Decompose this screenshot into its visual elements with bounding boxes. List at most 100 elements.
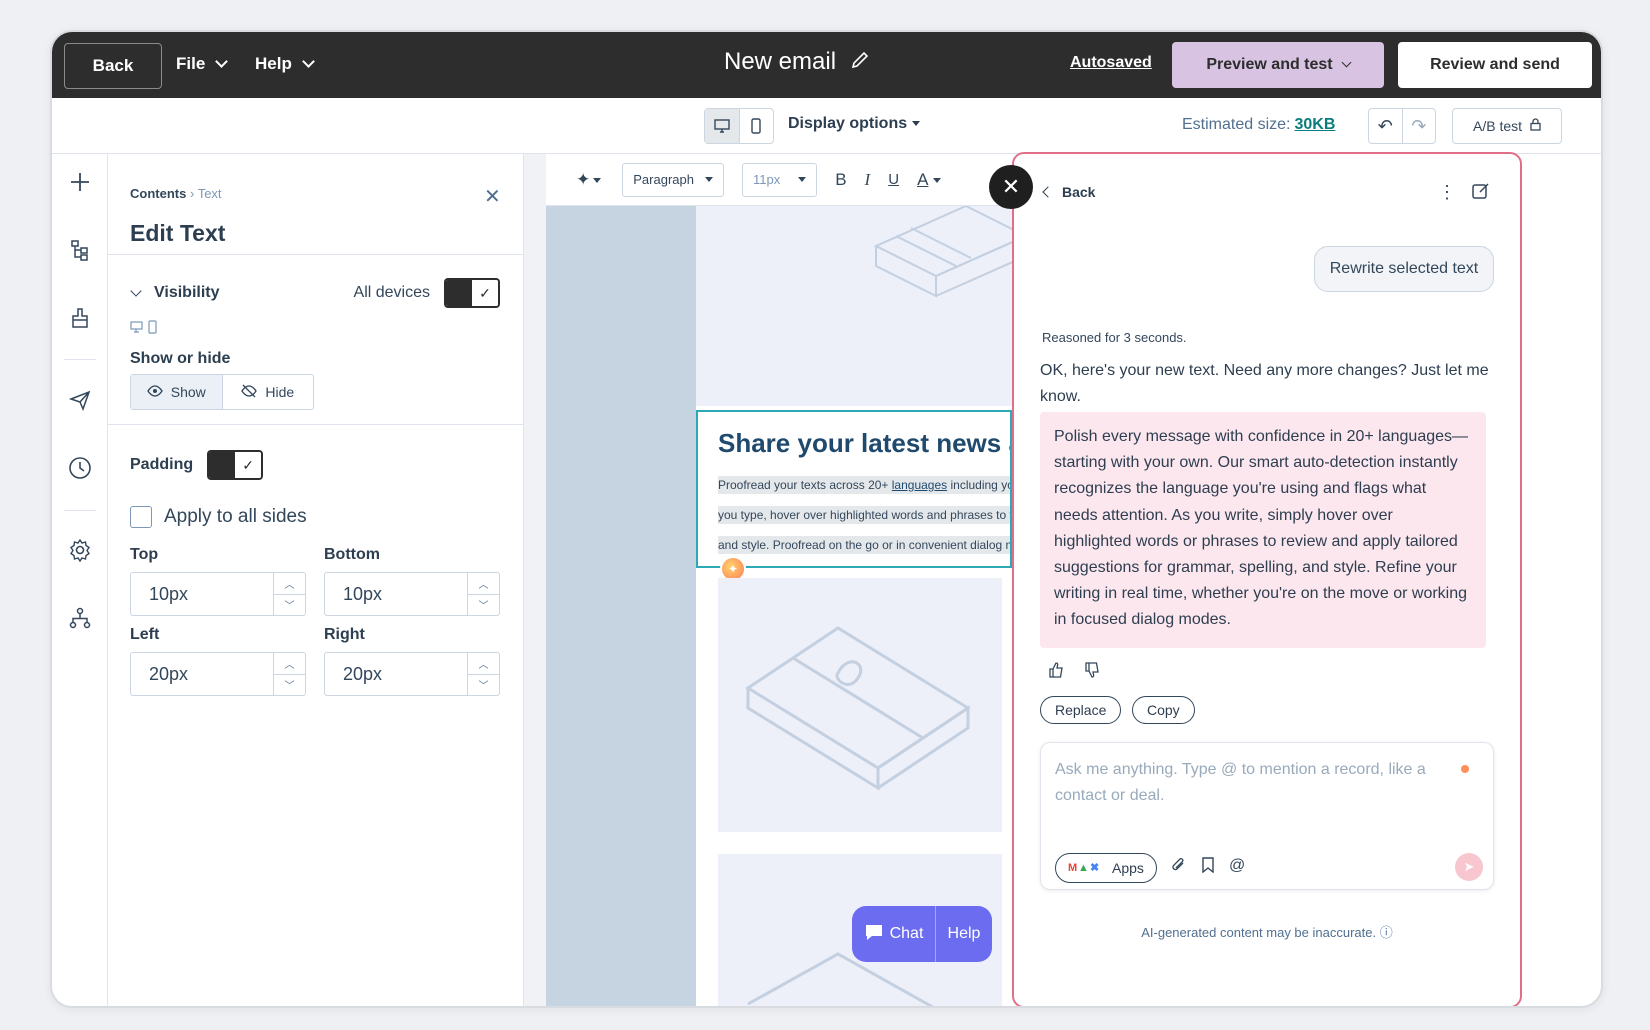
news-body-line-3[interactable]: and style. Proofread on the go or in con… [718,536,1010,554]
feedback-buttons [1048,662,1100,682]
package-image[interactable] [718,578,1002,832]
clock-icon[interactable] [66,454,94,482]
apps-label: Apps [1112,860,1144,876]
mobile-icon[interactable] [740,109,774,143]
news-headline[interactable]: Share your latest news a [718,428,1010,459]
new-chat-icon[interactable] [1472,182,1490,205]
pencil-icon[interactable] [850,50,870,75]
bold-icon[interactable]: B [835,170,846,190]
autosaved-link[interactable]: Autosaved [1070,54,1152,72]
composer-tools: @ [1171,857,1245,878]
selected-text-module[interactable]: Share your latest news a Proofread your … [696,410,1012,568]
ab-test-label: A/B test [1472,118,1523,134]
sitemap-icon[interactable] [66,604,94,632]
show-button[interactable]: Show [131,375,223,409]
languages-link[interactable]: languages [892,478,947,492]
padding-toggle[interactable]: ✓ [207,450,264,480]
bottom-padding-value[interactable]: 10px [325,573,467,615]
apps-button[interactable]: M ▲ ✖ Apps [1055,853,1157,883]
chevron-down-icon[interactable]: ﹀ [274,673,305,696]
left-padding-value[interactable]: 20px [131,653,273,695]
breadcrumb-contents[interactable]: Contents [130,186,186,201]
paragraph-format-select[interactable]: Paragraph [622,162,724,197]
info-icon[interactable]: ⓘ [1380,925,1393,940]
display-options-dropdown[interactable]: Display options [788,115,921,133]
edit-text-panel: Contents › Text ✕ Edit Text Visibility A… [108,154,524,1006]
at-mention-icon[interactable]: @ [1229,857,1245,878]
hide-button[interactable]: Hide [223,375,314,409]
ab-test-button[interactable]: A/B test [1452,108,1562,144]
rail-divider [64,359,96,360]
desktop-icon[interactable] [705,109,740,143]
undo-icon[interactable]: ↶ [1369,109,1402,143]
send-icon[interactable] [66,386,94,414]
left-label: Left [130,626,160,643]
thumbs-up-icon[interactable] [1048,662,1064,682]
help-button[interactable]: Help [936,906,992,962]
top-padding-value[interactable]: 10px [131,573,273,615]
chat-bubble-icon [864,923,884,946]
top-label: Top [130,546,159,563]
gear-icon[interactable] [66,536,94,564]
chevron-up-icon[interactable]: ︿ [468,653,499,674]
right-padding-value[interactable]: 20px [325,653,467,695]
show-label: Show [170,384,206,400]
chevron-down-icon[interactable]: ﹀ [468,673,499,696]
right-padding-input[interactable]: 20px ︿ ﹀ [324,652,500,696]
underline-icon[interactable]: U [888,171,899,188]
back-button[interactable]: Back [64,43,162,89]
sparkle-icon[interactable]: ✦ [576,170,602,190]
file-menu[interactable]: File [176,54,229,74]
thumbs-down-icon[interactable] [1084,662,1100,682]
preview-and-test-button[interactable]: Preview and test [1172,42,1384,88]
ai-assistant-panel: Back ⋮ Rewrite selected text Reasoned fo… [1012,152,1522,1006]
chevron-down-icon[interactable] [130,284,142,297]
chevron-up-icon[interactable]: ︿ [274,573,305,594]
hide-label: Hide [265,384,295,400]
chevron-down-icon[interactable]: ﹀ [274,593,305,616]
email-title-text: New email [724,48,837,75]
close-icon[interactable]: ✕ [484,184,501,209]
more-options-icon[interactable]: ⋮ [1438,182,1456,203]
top-padding-input[interactable]: 10px ︿ ﹀ [130,572,306,616]
padding-label: Padding [130,456,194,473]
ai-prompt-input[interactable]: Ask me anything. Type @ to mention a rec… [1055,757,1445,809]
panel-title: Edit Text [130,220,226,246]
send-message-icon[interactable]: ➤ [1455,853,1483,881]
redo-icon[interactable]: ↷ [1401,109,1436,143]
lock-icon [1530,118,1541,134]
apply-all-sides-checkbox[interactable] [130,506,152,528]
news-body-line-2[interactable]: you type, hover over highlighted words a… [718,506,1010,524]
bottom-label: Bottom [324,546,380,563]
left-padding-input[interactable]: 20px ︿ ﹀ [130,652,306,696]
close-ai-panel-icon[interactable]: ✕ [989,165,1033,209]
apply-all-sides-label: Apply to all sides [164,506,307,527]
ai-back-button[interactable]: Back [1042,184,1095,200]
font-size-select[interactable]: 11px [741,162,818,197]
help-menu[interactable]: Help [255,54,315,74]
tree-icon[interactable] [66,236,94,264]
plus-icon[interactable] [66,168,94,196]
apps-logos-icon: M ▲ ✖ [1068,860,1104,876]
text-color-icon[interactable]: A [917,170,942,190]
bottom-padding-input[interactable]: 10px ︿ ﹀ [324,572,500,616]
app-window: Back File Help New email Autosaved Previ… [50,30,1603,1008]
chevron-up-icon[interactable]: ︿ [274,653,305,674]
chat-button[interactable]: Chat [852,906,936,962]
estimated-size-value[interactable]: 30KB [1294,116,1335,133]
paint-brush-icon[interactable] [66,304,94,332]
check-icon: ✓ [472,280,498,306]
replace-button[interactable]: Replace [1040,696,1122,724]
italic-icon[interactable]: I [865,170,871,190]
email-canvas: ✦ Paragraph 11px B I U A Share your late… [524,154,1012,1006]
visibility-toggle[interactable]: ✓ [444,278,500,308]
toggle-knob [209,452,236,478]
bookmark-icon[interactable] [1201,857,1215,878]
chevron-down-icon[interactable]: ﹀ [468,593,499,616]
chevron-up-icon[interactable]: ︿ [468,573,499,594]
hero-image[interactable] [696,204,1012,406]
paperclip-icon[interactable] [1171,857,1187,878]
copy-button[interactable]: Copy [1132,696,1195,724]
review-and-send-button[interactable]: Review and send [1398,42,1592,88]
news-body-line-1[interactable]: Proofread your texts across 20+ language… [718,476,1010,494]
